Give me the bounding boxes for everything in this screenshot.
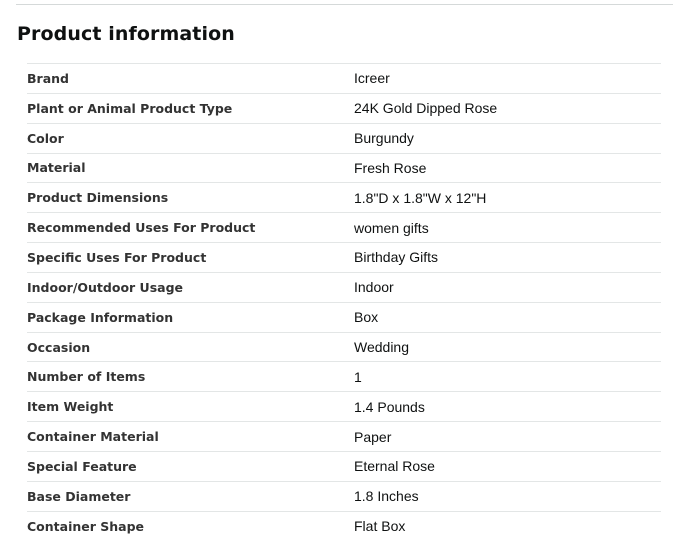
table-row-container-shape: Container Shape Flat Box [27,510,661,541]
row-label: Plant or Animal Product Type [27,100,233,116]
row-label: Brand [27,70,69,86]
table-row-color: Color Burgundy [27,122,661,153]
row-label: Recommended Uses For Product [27,220,256,236]
table-row-material: Material Fresh Rose [27,152,661,183]
table-row-base-diameter: Base Diameter 1.8 Inches [27,480,661,511]
row-label: Container Material [27,429,159,445]
top-divider [16,4,673,5]
table-row-brand: Brand Icreer [27,63,661,93]
table-row-recommended-uses: Recommended Uses For Product women gifts [27,212,661,242]
row-label: Material [27,160,86,176]
row-label: Base Diameter [27,488,131,504]
table-row-package-info: Package Information Box [27,301,661,332]
section-title: Product information [17,23,235,45]
row-value: Icreer [354,70,390,87]
row-value: Box [354,309,379,326]
row-value: Birthday Gifts [354,249,439,266]
table-row-dimensions: Product Dimensions 1.8"D x 1.8"W x 12"H [27,182,661,212]
row-value: Wedding [354,339,410,356]
row-value: 1.8"D x 1.8"W x 12"H [354,189,487,206]
row-value: Eternal Rose [354,458,435,475]
row-value: Fresh Rose [354,159,427,176]
row-value: Paper [354,428,392,445]
row-label: Occasion [27,339,91,355]
table-row-specific-uses: Specific Uses For Product Birthday Gifts [27,242,661,272]
row-value: Burgundy [354,130,414,147]
table-row-product-type: Plant or Animal Product Type 24K Gold Di… [27,92,661,123]
row-value: Flat Box [354,518,406,535]
row-label: Item Weight [27,399,114,415]
row-value: women gifts [354,219,429,236]
row-label: Special Feature [27,458,137,474]
table-row-indoor-outdoor: Indoor/Outdoor Usage Indoor [27,271,661,302]
row-label: Product Dimensions [27,190,169,206]
row-label: Indoor/Outdoor Usage [27,279,183,295]
row-label: Container Shape [27,518,145,534]
row-label: Package Information [27,309,174,325]
product-info-table: Brand Icreer Plant or Animal Product Typ… [27,63,661,541]
table-row-item-weight: Item Weight 1.4 Pounds [27,391,661,421]
row-value: 24K Gold Dipped Rose [354,100,498,117]
table-row-container-material: Container Material Paper [27,421,661,451]
row-label: Specific Uses For Product [27,249,207,265]
row-label: Number of Items [27,369,146,385]
row-value: Indoor [354,279,394,296]
table-row-special-feature: Special Feature Eternal Rose [27,450,661,481]
table-row-number-of-items: Number of Items 1 [27,361,661,391]
row-value: 1.4 Pounds [354,398,425,415]
row-value: 1 [354,368,362,385]
row-value: 1.8 Inches [354,488,419,505]
table-row-occasion: Occasion Wedding [27,331,661,362]
row-label: Color [27,130,64,146]
